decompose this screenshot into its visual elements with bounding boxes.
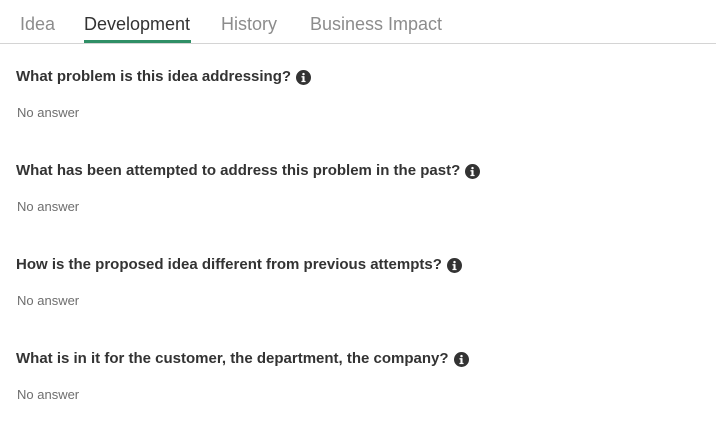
info-icon[interactable]	[296, 69, 312, 85]
question-block: What has been attempted to address this …	[16, 161, 481, 215]
tab-bar: Idea Development History Business Impact	[0, 0, 716, 44]
tab-idea[interactable]: Idea	[20, 13, 55, 35]
question-block: What problem is this idea addressing? No…	[16, 67, 312, 121]
info-icon[interactable]	[446, 257, 462, 273]
tab-history[interactable]: History	[221, 13, 277, 35]
active-tab-indicator	[84, 40, 191, 43]
question-label: What is in it for the customer, the depa…	[16, 350, 449, 367]
answer-text: No answer	[17, 105, 80, 120]
answer-text: No answer	[17, 199, 80, 214]
answer-text: No answer	[17, 293, 80, 308]
question-label: What problem is this idea addressing?	[16, 68, 292, 85]
question-block: How is the proposed idea different from …	[16, 255, 462, 309]
question-row: What problem is this idea addressing?	[16, 67, 312, 87]
info-icon[interactable]	[465, 163, 481, 179]
question-label: How is the proposed idea different from …	[16, 256, 442, 273]
question-row: How is the proposed idea different from …	[16, 255, 462, 275]
question-row: What is in it for the customer, the depa…	[16, 349, 469, 369]
question-row: What has been attempted to address this …	[16, 161, 481, 181]
tab-business-impact[interactable]: Business Impact	[310, 13, 442, 35]
tab-development[interactable]: Development	[84, 13, 190, 35]
question-label: What has been attempted to address this …	[16, 162, 461, 179]
question-block: What is in it for the customer, the depa…	[16, 349, 469, 403]
info-icon[interactable]	[453, 351, 469, 367]
answer-text: No answer	[17, 387, 80, 402]
